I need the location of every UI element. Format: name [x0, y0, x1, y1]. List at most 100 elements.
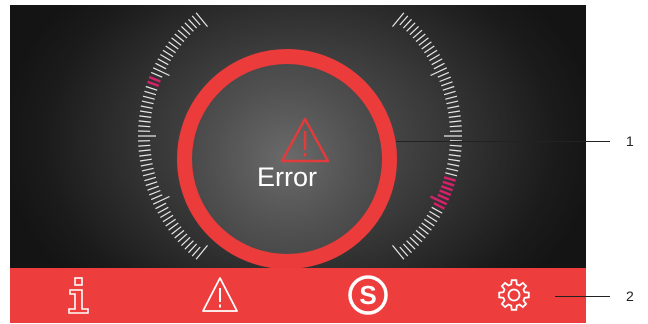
gauge-tick: [162, 49, 174, 58]
gauge-tick: [446, 167, 459, 172]
callout-line-2: [555, 296, 610, 297]
gauge-tick: [409, 25, 420, 36]
gauge-tick: [392, 12, 405, 27]
gauge-tick: [144, 176, 157, 182]
warnings-button[interactable]: [198, 272, 242, 318]
gauge-tick: [155, 202, 167, 210]
gauge-tick: [392, 245, 405, 260]
gauge-tick: [138, 149, 151, 152]
gauge-tick: [148, 189, 161, 196]
gauge-tick: [415, 33, 426, 43]
gauge-tick: [433, 62, 445, 70]
gauge-tick: [421, 41, 432, 50]
gauge-tick: [449, 125, 462, 128]
gauge-tick: [421, 222, 432, 231]
gauge-tick: [157, 206, 169, 214]
gauge-tick: [406, 240, 416, 250]
gauge-marker: [433, 202, 446, 210]
gear-icon: [498, 279, 530, 311]
gauge-tick: [449, 144, 462, 147]
gauge-tick: [406, 22, 416, 32]
callout-number-1: 1: [626, 133, 634, 149]
gauge-tick: [442, 85, 455, 91]
callout-number-2: 2: [626, 288, 634, 304]
gauge-tick: [155, 62, 167, 70]
gauge-tick: [165, 218, 176, 227]
gauge-tick: [141, 100, 154, 105]
gauge-tick: [140, 163, 153, 167]
gauge-marker: [443, 176, 456, 182]
gauge-tick: [448, 115, 461, 118]
gauge-tick: [180, 236, 191, 247]
gauge-tick: [142, 172, 155, 177]
warning-icon: [202, 277, 238, 312]
gauge-tick: [138, 120, 151, 123]
gauge-tick: [139, 110, 152, 114]
gauge-tick: [174, 33, 185, 43]
gauge-marker: [148, 75, 161, 83]
gauge-tick: [150, 194, 163, 201]
gauge-tick: [412, 29, 423, 39]
gauge-tick: [191, 246, 201, 257]
gauge-tick: [168, 222, 179, 231]
gauge-tick: [431, 58, 443, 66]
gauge-tick: [184, 22, 194, 32]
gauge-tick: [141, 167, 154, 172]
gauge-tick: [188, 243, 198, 254]
gauge-tick: [440, 81, 453, 87]
gauge-tick: [448, 110, 461, 114]
gauge-tick: [447, 105, 460, 109]
gauge-tick: [188, 18, 198, 29]
gauge-tick: [177, 29, 188, 39]
gauge-tick: [140, 105, 153, 109]
gauge-tick: [139, 115, 152, 118]
gauge-tick: [409, 236, 420, 247]
gauge-tick: [424, 45, 435, 54]
gauge-tick: [426, 49, 438, 58]
gauge-tick: [195, 245, 208, 260]
gauge-tick: [177, 233, 188, 243]
gauge-tick: [402, 18, 412, 29]
gauge-tick: [448, 158, 461, 162]
gauge-tick: [145, 85, 158, 91]
gauge-tick: [415, 229, 426, 239]
gauge-tick: [418, 226, 429, 235]
status-label: Error: [257, 162, 317, 192]
info-button[interactable]: [57, 272, 101, 318]
gauge-tick: [448, 154, 461, 157]
gauge-tick: [399, 246, 409, 257]
gauge-tick: [439, 76, 452, 83]
gauge-tick: [412, 233, 423, 243]
gauge-tick: [424, 218, 435, 227]
gauge-tick: [138, 125, 151, 128]
gauge-tick: [142, 95, 155, 100]
status-indicator: Error: [177, 49, 397, 269]
gauge-tick: [139, 154, 152, 157]
info-icon: [68, 277, 89, 314]
gauge-marker: [437, 193, 450, 201]
gauge-marker: [439, 189, 452, 197]
gauge-tick: [147, 185, 160, 191]
gauge-tick: [144, 90, 157, 96]
gauge-tick: [150, 71, 163, 78]
gauge-marker: [442, 180, 455, 187]
callout-line-1: [396, 141, 610, 142]
settings-button[interactable]: [492, 272, 536, 318]
gauge-tick: [445, 172, 458, 177]
gauge-tick: [429, 210, 441, 219]
svg-text:S: S: [359, 280, 376, 310]
gauge-tick: [443, 90, 456, 96]
gauge-tick: [162, 214, 174, 223]
gauge-tick: [191, 15, 201, 26]
gauge-tick: [449, 120, 462, 123]
service-s-icon: S: [348, 275, 388, 315]
gauge-tick: [437, 71, 450, 78]
gauge-tick: [429, 53, 441, 62]
gauge-tick: [426, 214, 438, 223]
device-screen: Error S: [10, 5, 586, 323]
gauge-tick: [168, 41, 179, 50]
gauge-marker: [440, 185, 453, 192]
service-button[interactable]: S: [346, 272, 390, 318]
gauge-tick: [447, 163, 460, 167]
gauge-tick: [157, 58, 169, 66]
